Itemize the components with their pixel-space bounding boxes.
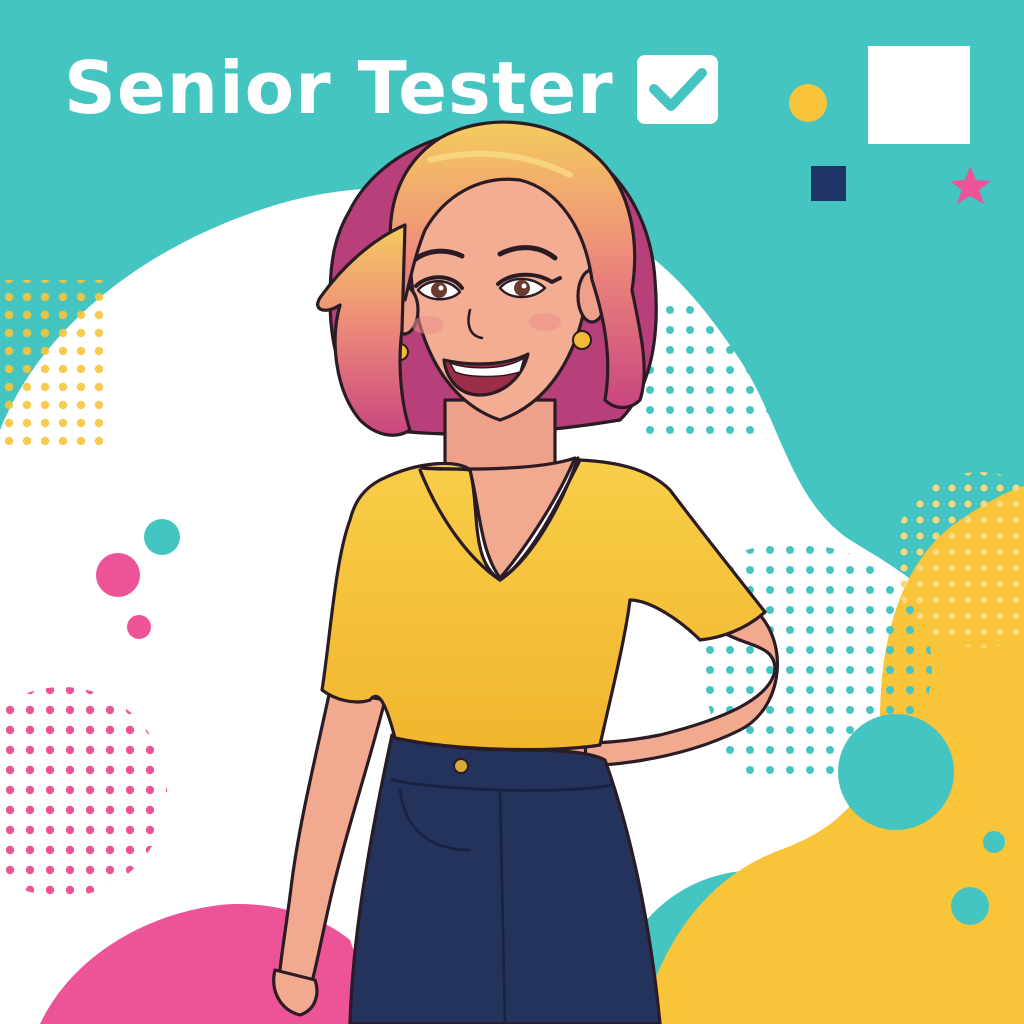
pink-circle-small: [127, 615, 151, 639]
pink-circle-left: [96, 553, 140, 597]
check-box-icon: [637, 55, 718, 124]
poster-artwork: [0, 0, 1024, 1024]
teal-circle-large: [838, 714, 954, 830]
yellow-dot-icon: [789, 84, 827, 122]
teal-circle-left: [144, 519, 180, 555]
earring-right: [572, 330, 592, 350]
yellow-dot-pattern: [0, 280, 110, 450]
jeans-button: [453, 758, 469, 774]
teal-circle-small: [951, 887, 989, 925]
eye-left: [414, 275, 464, 301]
poster: Senior Tester: [0, 0, 1024, 1024]
teal-circle-tiny: [983, 831, 1005, 853]
white-square: [868, 46, 970, 144]
navy-square: [811, 166, 846, 201]
page-title: Senior Tester: [64, 46, 614, 130]
